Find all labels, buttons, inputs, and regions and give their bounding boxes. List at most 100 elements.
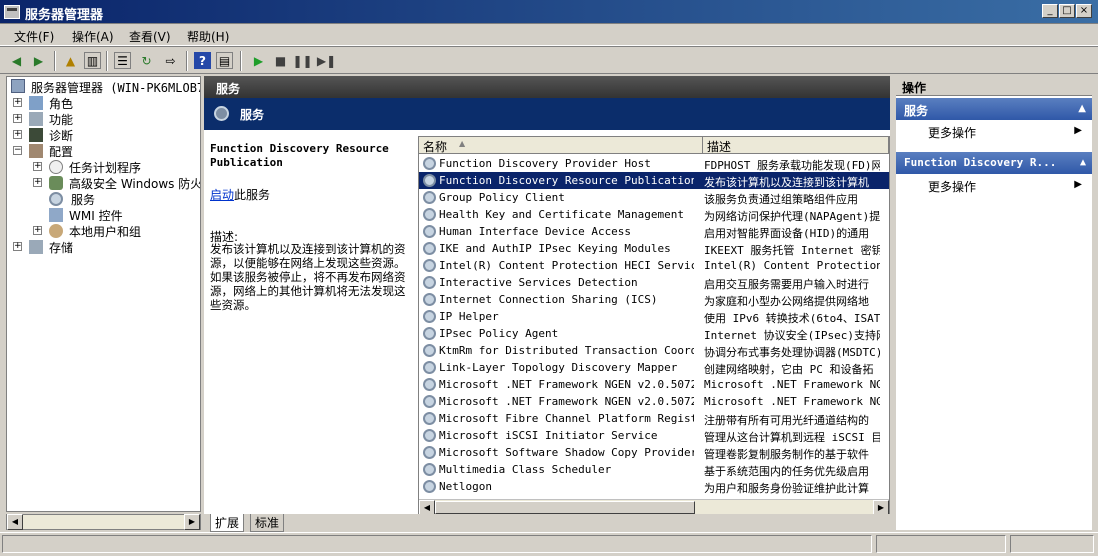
configuration-icon bbox=[29, 144, 43, 158]
action-group-services[interactable]: 服务 ▲ bbox=[896, 98, 1092, 120]
up-folder-icon[interactable]: ▲ bbox=[62, 52, 79, 69]
selected-service-name: Function Discovery Resource Publication bbox=[210, 142, 389, 169]
services-banner: 服务 bbox=[204, 98, 890, 130]
service-row[interactable]: Microsoft .NET Framework NGEN v2.0.5072.… bbox=[419, 393, 889, 410]
expand-icon[interactable]: + bbox=[13, 114, 22, 123]
collapse-icon[interactable]: ▲ bbox=[1078, 103, 1086, 114]
tree-horizontal-scrollbar[interactable]: ◀ ▶ bbox=[6, 514, 201, 530]
close-button[interactable]: × bbox=[1076, 4, 1092, 18]
services-list: 名称 ▲ 描述 Function Discovery Provider Host… bbox=[418, 136, 890, 516]
menu-bar: 文件(F) 操作(A) 查看(V) 帮助(H) bbox=[0, 24, 1098, 46]
expand-icon[interactable]: + bbox=[13, 98, 22, 107]
service-description-cell: Intel(R) Content Protection H bbox=[704, 259, 880, 272]
column-header-name[interactable]: 名称 ▲ bbox=[419, 137, 703, 154]
tree-label: 角色 bbox=[49, 97, 74, 111]
service-name-cell: Microsoft .NET Framework NGEN v2.0.5072.… bbox=[439, 395, 694, 408]
gear-icon bbox=[423, 310, 436, 323]
service-row[interactable]: Group Policy Client 该服务负责通过组策略组件应用 bbox=[419, 189, 889, 206]
start-service-icon[interactable]: ▶ bbox=[250, 52, 267, 69]
service-row[interactable]: Multimedia Class Scheduler 基于系统范围内的任务优先级启… bbox=[419, 461, 889, 478]
menu-help[interactable]: 帮助(H) bbox=[187, 28, 229, 45]
expand-icon[interactable]: + bbox=[13, 242, 22, 251]
service-row[interactable]: Netlogon 为用户和服务身份验证维护此计算 bbox=[419, 478, 889, 495]
service-row[interactable]: Function Discovery Resource Publication 发… bbox=[419, 172, 889, 189]
service-description-cell: IKEEXT 服务托管 Internet 密钥 bbox=[704, 244, 880, 257]
gear-icon bbox=[423, 378, 436, 391]
clock-icon bbox=[49, 160, 63, 174]
collapse-icon[interactable]: − bbox=[13, 146, 22, 155]
list-horizontal-scrollbar[interactable]: ◀ ▶ bbox=[419, 499, 889, 515]
view-tabs: 扩展 标准 bbox=[204, 514, 890, 532]
export-list-icon[interactable]: ⇨ bbox=[162, 52, 179, 69]
collapse-icon[interactable]: ▲ bbox=[1080, 157, 1086, 168]
service-row[interactable]: IKE and AuthIP IPsec Keying Modules IKEEX… bbox=[419, 240, 889, 257]
properties-icon[interactable]: ☰ bbox=[114, 52, 131, 69]
expand-icon[interactable]: + bbox=[33, 226, 42, 235]
service-name-cell: Human Interface Device Access bbox=[439, 225, 632, 238]
sort-ascending-icon: ▲ bbox=[459, 139, 466, 148]
start-service-link[interactable]: 启动 bbox=[210, 188, 234, 202]
gear-icon bbox=[423, 344, 436, 357]
firewall-icon bbox=[49, 176, 63, 190]
restart-service-icon[interactable]: ▶❚ bbox=[317, 52, 336, 69]
service-row[interactable]: Link-Layer Topology Discovery Mapper 创建网络… bbox=[419, 359, 889, 376]
service-name-cell: Link-Layer Topology Discovery Mapper bbox=[439, 361, 678, 374]
chevron-right-icon: ▶ bbox=[1074, 125, 1082, 136]
service-row[interactable]: Health Key and Certificate Management 为网络… bbox=[419, 206, 889, 223]
service-description-cell: 协调分布式事务处理协调器(MSDTC) bbox=[704, 346, 880, 359]
service-row[interactable]: Function Discovery Provider Host FDPHOST … bbox=[419, 155, 889, 172]
service-description-cell: 管理卷影复制服务制作的基于软件 bbox=[704, 448, 869, 461]
expand-icon[interactable]: + bbox=[13, 130, 22, 139]
forward-icon[interactable]: ▶ bbox=[30, 52, 47, 69]
service-description-cell: Microsoft .NET Framework NGEN bbox=[704, 378, 880, 391]
service-row[interactable]: IPsec Policy Agent Internet 协议安全(IPsec)支持… bbox=[419, 325, 889, 342]
service-row[interactable]: Microsoft Software Shadow Copy Provider 管… bbox=[419, 444, 889, 461]
minimize-button[interactable]: _ bbox=[1042, 4, 1058, 18]
tab-standard[interactable]: 标准 bbox=[250, 514, 285, 532]
service-description-cell: 启用交互服务需要用户输入时进行 bbox=[704, 278, 869, 291]
service-row[interactable]: Microsoft .NET Framework NGEN v2.0.5072.… bbox=[419, 376, 889, 393]
scroll-right-icon[interactable]: ▶ bbox=[184, 514, 200, 530]
roles-icon bbox=[29, 96, 43, 110]
stop-service-icon[interactable]: ■ bbox=[272, 52, 289, 69]
menu-file[interactable]: 文件(F) bbox=[14, 28, 54, 45]
service-name-cell: Health Key and Certificate Management bbox=[439, 208, 685, 221]
tree-root-label: 服务器管理器 (WIN-PK6MLOB75H bbox=[31, 81, 201, 95]
service-row[interactable]: Microsoft iSCSI Initiator Service 管理从这台计算… bbox=[419, 427, 889, 444]
service-name-cell: Function Discovery Provider Host bbox=[439, 157, 651, 170]
show-hide-tree-icon[interactable]: ▥ bbox=[84, 52, 101, 69]
tree-label: 本地用户和组 bbox=[69, 225, 142, 239]
service-row[interactable]: Intel(R) Content Protection HECI Service… bbox=[419, 257, 889, 274]
pause-service-icon[interactable]: ❚❚ bbox=[292, 52, 312, 69]
service-name-cell: Function Discovery Resource Publication bbox=[439, 174, 694, 187]
menu-view[interactable]: 查看(V) bbox=[129, 28, 171, 45]
service-description-cell: 为网络访问保护代理(NAPAgent)提 bbox=[704, 210, 880, 223]
gear-icon bbox=[423, 395, 436, 408]
banner-title: 服务 bbox=[240, 108, 265, 122]
back-icon[interactable]: ◀ bbox=[8, 52, 25, 69]
action-group-title: Function Discovery R... bbox=[904, 156, 1057, 169]
expand-icon[interactable]: + bbox=[33, 162, 42, 171]
action-group-selected-service[interactable]: Function Discovery R... ▲ bbox=[896, 152, 1092, 174]
refresh-icon[interactable]: ↻ bbox=[138, 52, 155, 69]
horizontal-scroll-thumb[interactable] bbox=[435, 501, 695, 514]
more-actions-selected-service[interactable]: 更多操作 ▶ bbox=[928, 178, 1088, 195]
service-row[interactable]: KtmRm for Distributed Transaction Coord.… bbox=[419, 342, 889, 359]
service-name-cell: KtmRm for Distributed Transaction Coord.… bbox=[439, 344, 694, 357]
menu-action[interactable]: 操作(A) bbox=[72, 28, 114, 45]
tab-extended[interactable]: 扩展 bbox=[210, 514, 245, 532]
service-row[interactable]: Interactive Services Detection 启用交互服务需要用户… bbox=[419, 274, 889, 291]
service-name-cell: IKE and AuthIP IPsec Keying Modules bbox=[439, 242, 671, 255]
service-row[interactable]: Microsoft Fibre Channel Platform Regist.… bbox=[419, 410, 889, 427]
maximize-button[interactable]: □ bbox=[1059, 4, 1075, 18]
action-pane-icon[interactable]: ▤ bbox=[216, 52, 233, 69]
service-row[interactable]: IP Helper 使用 IPv6 转换技术(6to4、ISAT bbox=[419, 308, 889, 325]
scroll-left-icon[interactable]: ◀ bbox=[7, 514, 23, 530]
service-name-cell: Microsoft Fibre Channel Platform Regist.… bbox=[439, 412, 694, 425]
more-actions-services[interactable]: 更多操作 ▶ bbox=[928, 124, 1088, 141]
service-row[interactable]: Human Interface Device Access 启用对智能界面设备(H… bbox=[419, 223, 889, 240]
service-row[interactable]: Internet Connection Sharing (ICS) 为家庭和小型办… bbox=[419, 291, 889, 308]
column-header-description[interactable]: 描述 bbox=[703, 137, 889, 154]
help-icon[interactable]: ? bbox=[194, 52, 211, 69]
expand-icon[interactable]: + bbox=[33, 178, 42, 187]
